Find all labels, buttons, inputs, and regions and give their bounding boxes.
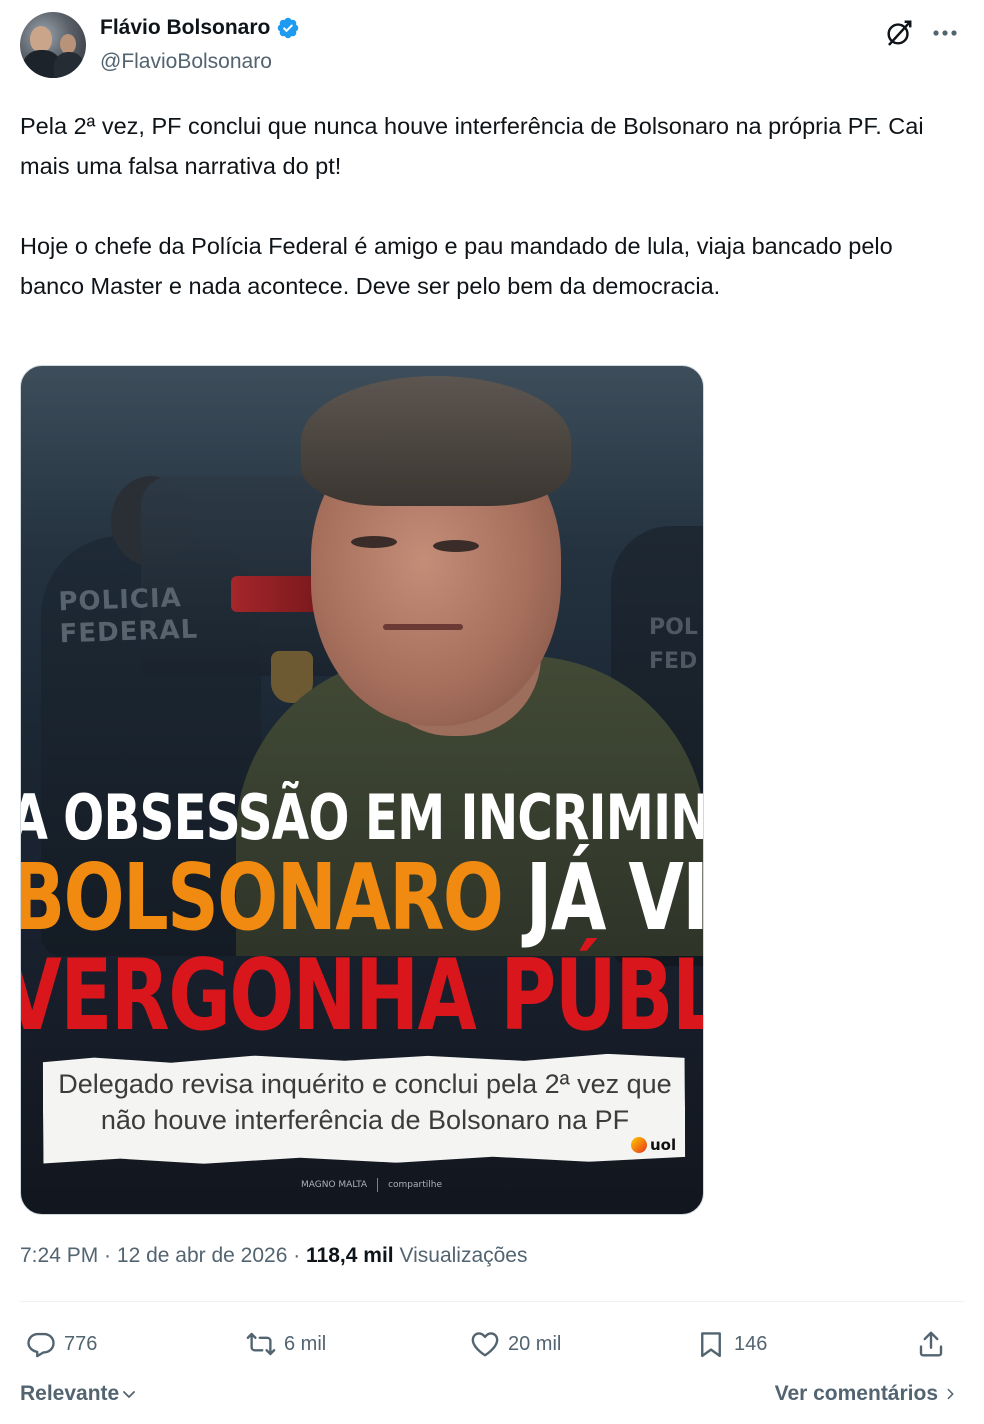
subject-eye-left — [351, 536, 397, 548]
policia-federal-text: POLICIA FEDERAL — [57, 583, 199, 650]
headline-line-2: BOLSONARO JÁ VIROU — [21, 850, 703, 946]
image-footer: MAGNO MALTA compartilhe — [301, 1178, 442, 1192]
like-button[interactable]: 20 mil — [470, 1322, 561, 1366]
tweet-date[interactable]: 12 de abr de 2026 — [117, 1244, 287, 1267]
like-icon — [471, 1332, 499, 1357]
views-label: Visualizações — [399, 1244, 528, 1267]
tweet-image[interactable]: POLICIA FEDERAL POL FED A OBSESSÃO EM IN… — [20, 365, 704, 1215]
subject-eye-right — [433, 540, 479, 552]
policia-federal-text-right: POL FED — [649, 615, 698, 674]
tweet-time[interactable]: 7:24 PM — [20, 1244, 98, 1267]
subject-hair — [301, 376, 571, 506]
sort-label: Relevante — [20, 1382, 120, 1405]
footer-share: compartilhe — [388, 1180, 442, 1190]
bookmark-button[interactable]: 146 — [696, 1322, 767, 1366]
author-handle[interactable]: @FlavioBolsonaro — [100, 50, 272, 74]
headline-white-text: JÁ VIROU — [525, 844, 704, 951]
chevron-down-icon — [123, 1391, 136, 1398]
grok-icon — [887, 20, 912, 46]
subject-mouth — [383, 624, 463, 630]
bookmark-icon — [701, 1332, 721, 1358]
uol-logo: uol — [631, 1136, 676, 1154]
bookmark-count: 146 — [734, 1332, 768, 1355]
action-bar: 776 6 mil 20 mil 146 — [20, 1322, 964, 1366]
headline-line-3: VERGONHA PÚBLICA — [20, 939, 703, 1053]
like-count: 20 mil — [508, 1332, 562, 1355]
tweet-header: Flávio Bolsonaro @FlavioBolsonaro — [20, 12, 964, 78]
share-button[interactable] — [916, 1322, 946, 1366]
footer-brand: MAGNO MALTA — [301, 1180, 368, 1190]
avatar[interactable] — [20, 12, 86, 78]
headline-line-1: A OBSESSÃO EM INCRIMINAR — [21, 781, 703, 854]
reply-button[interactable]: 776 — [26, 1322, 97, 1366]
meta-separator: · — [287, 1244, 307, 1267]
tweet-meta: 7:24 PM · 12 de abr de 2026 · 118,4 mil … — [20, 1244, 528, 1268]
repost-icon — [246, 1332, 276, 1356]
tweet-text: Pela 2ª vez, PF conclui que nunca houve … — [20, 113, 924, 299]
views-count: 118,4 mil — [306, 1244, 394, 1267]
grok-button[interactable] — [882, 16, 916, 50]
reply-count: 776 — [64, 1332, 98, 1355]
reply-icon — [27, 1332, 55, 1358]
author-name-row[interactable]: Flávio Bolsonaro — [100, 16, 300, 40]
repost-count: 6 mil — [284, 1332, 327, 1355]
meta-separator: · — [98, 1244, 117, 1267]
author-name[interactable]: Flávio Bolsonaro — [100, 16, 270, 40]
more-icon — [933, 30, 957, 36]
image-headline: A OBSESSÃO EM INCRIMINAR BOLSONARO JÁ VI… — [21, 786, 703, 1047]
divider — [20, 1301, 964, 1302]
comments-bar: Relevante Ver comentários — [20, 1380, 964, 1412]
more-options-button[interactable] — [928, 16, 962, 50]
view-comments-link[interactable]: Ver comentários — [775, 1382, 958, 1406]
uol-logo-icon — [631, 1137, 647, 1153]
view-comments-label: Ver comentários — [774, 1382, 938, 1405]
chevron-right-icon — [947, 1388, 954, 1400]
sort-dropdown[interactable]: Relevante — [20, 1382, 137, 1406]
uol-logo-text: uol — [650, 1136, 677, 1154]
share-icon — [919, 1331, 943, 1357]
repost-button[interactable]: 6 mil — [246, 1322, 326, 1366]
verified-badge-icon — [276, 16, 300, 40]
headline-orange-text: BOLSONARO — [20, 844, 504, 951]
image-caption: Delegado revisa inquérito e conclui pela… — [58, 1069, 672, 1135]
